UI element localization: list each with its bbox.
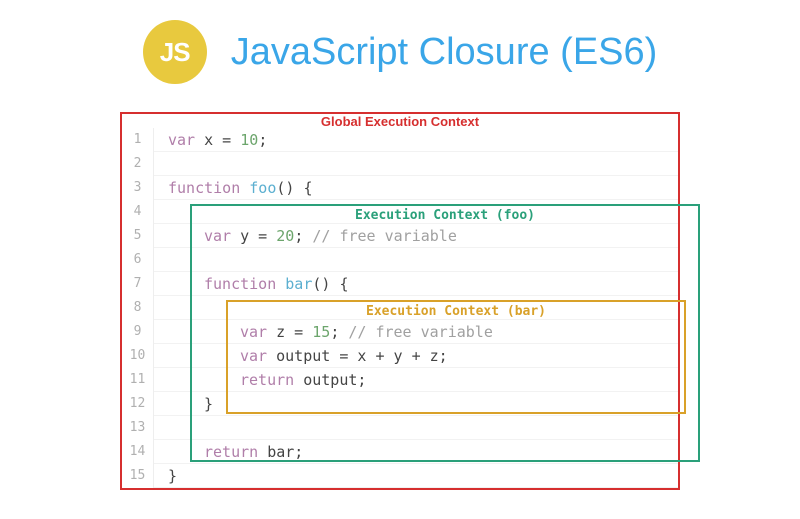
line-number: 7	[126, 272, 149, 296]
page-title: JavaScript Closure (ES6)	[231, 31, 658, 74]
line-number: 9	[126, 320, 149, 344]
code-line	[168, 296, 678, 320]
code-line: }	[168, 464, 678, 488]
code-line	[168, 152, 678, 176]
code-line	[168, 200, 678, 224]
line-number: 6	[126, 248, 149, 272]
line-number: 13	[126, 416, 149, 440]
code-lines: Execution Context (foo) Execution Contex…	[154, 128, 678, 488]
line-number: 2	[126, 152, 149, 176]
line-number: 15	[126, 464, 149, 488]
global-context-box: Global Execution Context 1 2 3 4 5 6 7 8…	[120, 112, 680, 490]
header: JS JavaScript Closure (ES6)	[0, 20, 800, 84]
code-line: }	[168, 392, 678, 416]
line-number: 12	[126, 392, 149, 416]
code-line: function bar() {	[168, 272, 678, 296]
code-line: return output;	[168, 368, 678, 392]
code-container: Global Execution Context 1 2 3 4 5 6 7 8…	[120, 112, 680, 490]
code-line	[168, 416, 678, 440]
code-line: var z = 15; // free variable	[168, 320, 678, 344]
line-number: 8	[126, 296, 149, 320]
line-number: 3	[126, 176, 149, 200]
code-line: var x = 10;	[168, 128, 678, 152]
code-line	[168, 248, 678, 272]
line-number: 5	[126, 224, 149, 248]
line-number: 10	[126, 344, 149, 368]
global-context-label: Global Execution Context	[313, 112, 487, 131]
line-number: 4	[126, 200, 149, 224]
line-number: 1	[126, 128, 149, 152]
code-block: 1 2 3 4 5 6 7 8 9 10 11 12 13 14 15 Exec…	[122, 114, 678, 488]
code-line: var y = 20; // free variable	[168, 224, 678, 248]
js-logo-icon: JS	[143, 20, 207, 84]
line-number-gutter: 1 2 3 4 5 6 7 8 9 10 11 12 13 14 15	[122, 128, 154, 488]
code-line: function foo() {	[168, 176, 678, 200]
line-number: 11	[126, 368, 149, 392]
line-number: 14	[126, 440, 149, 464]
code-line: return bar;	[168, 440, 678, 464]
js-badge-text: JS	[160, 37, 190, 68]
code-line: var output = x + y + z;	[168, 344, 678, 368]
